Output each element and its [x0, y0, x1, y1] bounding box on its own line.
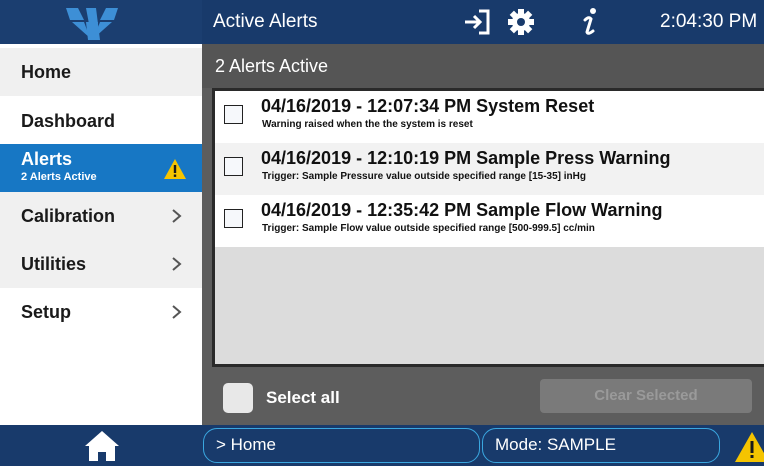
clock: 2:04:30 PM	[660, 11, 758, 32]
page-title: Active Alerts	[213, 11, 318, 32]
alert-checkbox[interactable]	[224, 209, 243, 228]
alert-description: Trigger: Sample Flow value outside speci…	[262, 223, 595, 234]
list-item[interactable]: 04/16/2019 - 12:07:34 PM System Reset Wa…	[215, 91, 764, 143]
logo	[0, 0, 202, 44]
alert-description: Warning raised when the the system is re…	[262, 119, 473, 130]
logout-icon	[465, 9, 490, 35]
sidebar-item-sublabel: 2 Alerts Active	[21, 171, 97, 183]
warning-icon	[164, 159, 186, 179]
alert-checkbox[interactable]	[224, 105, 243, 124]
sidebar-item-dashboard[interactable]: Dashboard	[0, 96, 202, 144]
alert-title: 04/16/2019 - 12:35:42 PM Sample Flow War…	[261, 200, 663, 220]
sidebar-item-label: Home	[21, 62, 72, 82]
alert-description: Trigger: Sample Pressure value outside s…	[262, 171, 586, 182]
alert-title: 04/16/2019 - 12:10:19 PM Sample Press Wa…	[261, 148, 671, 168]
warning-button[interactable]	[734, 430, 764, 464]
alert-list[interactable]: 04/16/2019 - 12:07:34 PM System Reset Wa…	[212, 88, 764, 367]
sidebar: Home Dashboard Alerts 2 Alerts Active Ca…	[0, 48, 202, 425]
warning-icon	[735, 432, 764, 462]
alert-checkbox[interactable]	[224, 157, 243, 176]
alerts-count: 2 Alerts Active	[215, 56, 329, 76]
sidebar-item-label: Utilities	[21, 254, 87, 274]
mode-indicator: Mode: SAMPLE	[482, 428, 720, 463]
sidebar-item-alerts[interactable]: Alerts 2 Alerts Active	[0, 144, 202, 192]
gear-icon	[508, 9, 534, 35]
list-item[interactable]: 04/16/2019 - 12:35:42 PM Sample Flow War…	[215, 195, 764, 247]
settings-button[interactable]	[505, 7, 537, 37]
select-all-checkbox[interactable]	[223, 383, 253, 413]
sidebar-item-utilities[interactable]: Utilities	[0, 240, 202, 288]
chevron-right-icon	[172, 257, 182, 271]
clear-selected-button[interactable]: Clear Selected	[540, 379, 752, 413]
chevron-right-icon	[172, 305, 182, 319]
sidebar-item-setup[interactable]: Setup	[0, 288, 202, 336]
home-icon	[85, 431, 119, 461]
sidebar-item-label: Calibration	[21, 206, 116, 226]
sidebar-item-home[interactable]: Home	[0, 48, 202, 96]
breadcrumb[interactable]: > Home	[203, 428, 480, 463]
sidebar-item-label: Dashboard	[21, 111, 116, 131]
sidebar-item-calibration[interactable]: Calibration	[0, 192, 202, 240]
alert-title: 04/16/2019 - 12:07:34 PM System Reset	[261, 96, 595, 116]
select-all-label[interactable]: Select all	[266, 388, 340, 408]
info-button[interactable]	[577, 6, 603, 38]
sidebar-item-label: Alerts	[21, 149, 73, 169]
chevron-right-icon	[172, 209, 182, 223]
sidebar-item-label: Setup	[21, 302, 72, 322]
info-icon	[583, 8, 596, 35]
list-item[interactable]: 04/16/2019 - 12:10:19 PM Sample Press Wa…	[215, 143, 764, 195]
home-button[interactable]	[74, 428, 130, 464]
logo-icon	[66, 8, 118, 40]
logout-button[interactable]	[462, 8, 492, 36]
